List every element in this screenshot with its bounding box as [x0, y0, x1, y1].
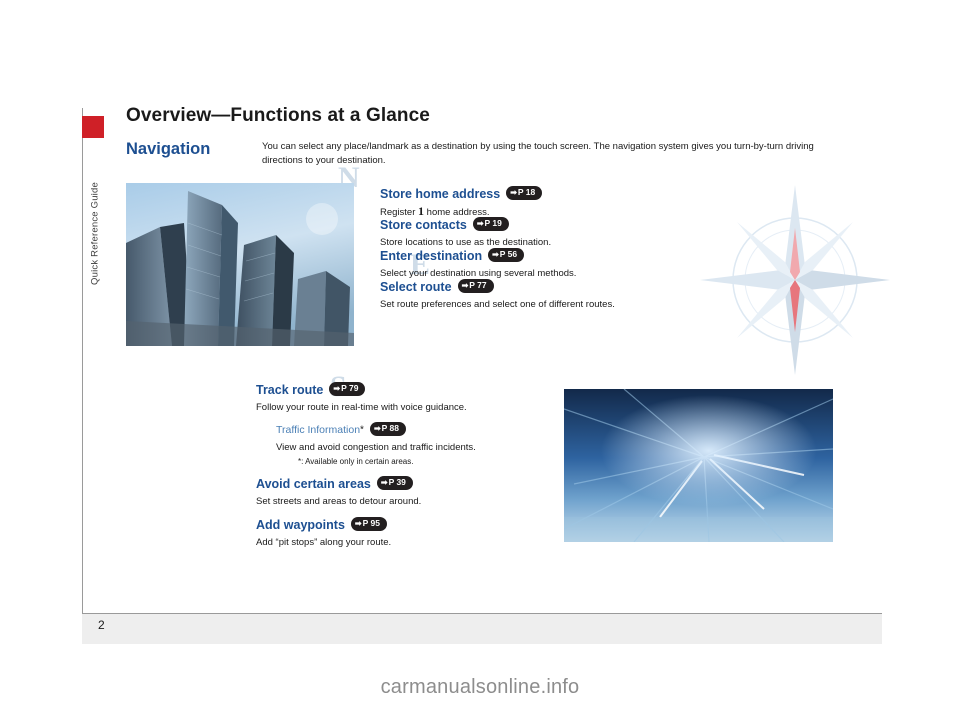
subfeature-description: View and avoid congestion and traffic in…	[276, 442, 476, 453]
page-number: 2	[98, 618, 105, 632]
arrow-icon: ➡	[380, 477, 388, 487]
page-title: Overview—Functions at a Glance	[126, 105, 430, 126]
page-ref-label: P 88	[381, 422, 399, 433]
arrow-icon: ➡	[354, 518, 362, 528]
asterisk-marker: *	[360, 424, 364, 436]
page-ref-label: P 18	[517, 186, 536, 197]
arrow-icon: ➡	[333, 383, 341, 393]
feature-title: Avoid certain areas	[256, 476, 371, 491]
feature-title: Store home address	[380, 186, 501, 201]
feature-description: Follow your route in real-time with voic…	[256, 402, 467, 413]
footer-band	[82, 614, 882, 644]
feature-title: Select route	[380, 279, 452, 294]
photo-skyscrapers	[126, 183, 354, 346]
sidebar: Quick Reference Guide	[82, 108, 104, 628]
page-ref-label: P 39	[388, 476, 406, 487]
arrow-icon: ➡	[461, 280, 469, 290]
section-heading-navigation: Navigation	[126, 140, 211, 158]
feature-title: Enter destination	[380, 248, 483, 263]
feature-add-waypoints: Add waypoints ➡P 95 Add “pit stops” along…	[256, 516, 586, 549]
page-ref-pill[interactable]: ➡P 79	[329, 381, 366, 396]
page-ref-label: P 77	[469, 279, 487, 290]
page-ref-label: P 56	[499, 248, 518, 259]
page-ref-label: P 95	[362, 517, 380, 528]
arrow-icon: ➡	[476, 218, 484, 228]
page-ref-pill[interactable]: ➡P 56	[488, 247, 525, 262]
page-ref-label: P 79	[341, 382, 359, 393]
feature-select-route: Select route ➡P 77 Set route preferences …	[380, 278, 710, 311]
arrow-icon: ➡	[373, 423, 381, 433]
page-ref-pill[interactable]: ➡P 77	[457, 278, 494, 293]
arrow-icon: ➡	[492, 249, 499, 259]
feature-store-contacts: Store contacts ➡P 19 Store locations to u…	[380, 216, 660, 249]
subfeature-traffic-information: Traffic Information* ➡P 88 View and avoid…	[276, 421, 606, 466]
feature-avoid-certain-areas: Avoid certain areas ➡P 39 Set streets and…	[256, 475, 586, 508]
feature-enter-destination: Enter destination ➡P 56 Select your desti…	[380, 247, 680, 280]
feature-track-route: Track route ➡P 79 Follow your route in re…	[256, 381, 586, 414]
subfeature-title: Traffic Information	[276, 423, 361, 436]
feature-title: Add waypoints	[256, 517, 345, 532]
footnote-availability: *: Available only in certain areas.	[298, 457, 414, 466]
document-page: Quick Reference Guide Overview—Functions…	[0, 0, 960, 722]
feature-title: Track route	[256, 382, 324, 397]
compass-watermark	[690, 160, 900, 410]
sidebar-red-block	[82, 116, 104, 138]
page-ref-pill[interactable]: ➡P 88	[369, 421, 406, 436]
page-ref-pill[interactable]: ➡P 18	[506, 185, 543, 200]
arrow-icon: ➡	[510, 187, 517, 197]
page-ref-pill[interactable]: ➡P 95	[350, 516, 387, 531]
page-ref-label: P 19	[484, 217, 502, 228]
page-ref-pill[interactable]: ➡P 19	[472, 216, 509, 231]
feature-description: Set streets and areas to detour around.	[256, 496, 422, 507]
site-watermark: carmanualsonline.info	[380, 676, 580, 698]
page-ref-pill[interactable]: ➡P 39	[376, 475, 413, 490]
sidebar-label: Quick Reference Guide	[89, 182, 101, 285]
feature-title: Store contacts	[380, 217, 467, 232]
feature-description: Add “pit stops” along your route.	[256, 537, 392, 548]
sidebar-rule	[82, 108, 83, 628]
feature-description: Set route preferences and select one of …	[380, 299, 615, 310]
feature-store-home-address: Store home address ➡P 18 Register 1 home …	[380, 185, 630, 219]
